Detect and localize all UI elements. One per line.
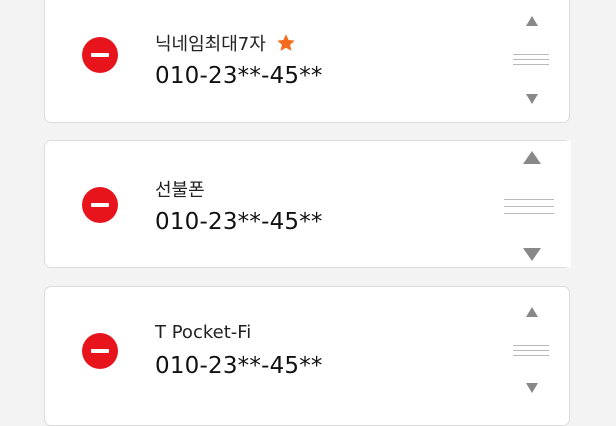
contact-number: 010-23**-45** xyxy=(155,209,323,235)
contact-card: 닉네임최대7자 010-23**-45** xyxy=(44,0,570,123)
contact-nickname: 선불폰 xyxy=(155,180,205,201)
drag-handle-icon[interactable] xyxy=(504,199,554,220)
contact-number: 010-23**-45** xyxy=(155,353,323,379)
reorder-control xyxy=(497,287,567,425)
contact-nickname-row: 선불폰 xyxy=(155,176,205,202)
remove-button[interactable] xyxy=(82,37,118,73)
contact-card: 선불폰 010-23**-45** xyxy=(44,140,571,268)
move-down-icon[interactable] xyxy=(526,94,538,104)
contact-number: 010-23**-45** xyxy=(155,63,323,89)
contact-nickname: 닉네임최대7자 xyxy=(155,34,266,55)
move-up-icon[interactable] xyxy=(526,307,538,317)
drag-handle-icon[interactable] xyxy=(513,345,549,360)
contact-nickname: T Pocket-Fi xyxy=(155,322,252,343)
reorder-control xyxy=(493,141,571,267)
move-up-icon[interactable] xyxy=(523,151,541,164)
reorder-control xyxy=(497,0,567,122)
remove-button[interactable] xyxy=(82,187,118,223)
move-down-icon[interactable] xyxy=(523,248,541,261)
minus-icon xyxy=(91,203,109,207)
move-up-icon[interactable] xyxy=(526,16,538,26)
drag-handle-icon[interactable] xyxy=(513,54,549,69)
minus-icon xyxy=(91,349,109,353)
contact-nickname-row: T Pocket-Fi xyxy=(155,322,251,343)
contact-card: T Pocket-Fi 010-23**-45** xyxy=(44,286,570,426)
star-icon xyxy=(277,34,295,51)
remove-button[interactable] xyxy=(82,333,118,369)
contact-nickname-row: 닉네임최대7자 xyxy=(155,30,296,56)
minus-icon xyxy=(91,53,109,57)
move-down-icon[interactable] xyxy=(526,383,538,393)
